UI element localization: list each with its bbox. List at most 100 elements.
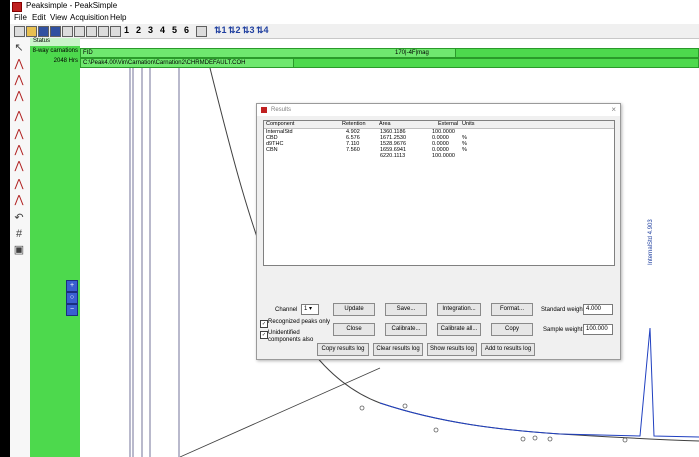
col-units: Units xyxy=(462,121,475,127)
zoom-out-icon[interactable]: − xyxy=(66,304,78,316)
new-file-icon[interactable] xyxy=(14,26,25,37)
calibrate-all-button[interactable]: Calibrate all... xyxy=(437,323,481,336)
channel-status-panel: Status 8-way carnations 2048 Hrs xyxy=(30,38,80,457)
peak-tool-5-icon[interactable]: ⋀ xyxy=(13,128,25,140)
range-3-label: 3 xyxy=(249,25,255,35)
peak-tool-4-icon[interactable]: ⋀ xyxy=(13,110,25,122)
peak-tool-9-icon[interactable]: ⋀ xyxy=(13,194,25,206)
baseline-line xyxy=(179,367,381,457)
menu-help[interactable]: Help xyxy=(110,13,126,22)
channel-select[interactable]: 1 ▾ xyxy=(301,304,319,315)
channel-5-button[interactable]: 5 xyxy=(172,25,177,35)
menu-bar: File Edit View Acquisition Help xyxy=(10,12,699,24)
left-tool-palette: ↖ ⋀ ⋀ ⋀ ⋀ ⋀ ⋀ ⋀ ⋀ ⋀ ↶ # ▣ xyxy=(10,38,31,457)
open-folder-icon[interactable] xyxy=(26,26,37,37)
results-header-row: Component Retention Area External Units xyxy=(264,121,614,129)
undo-icon[interactable]: ↶ xyxy=(13,212,25,224)
peak-tool-8-icon[interactable]: ⋀ xyxy=(13,178,25,190)
channel-status-header: Status xyxy=(30,38,80,46)
table-row[interactable]: 6220.1113 100.0000 xyxy=(264,153,614,159)
channel-1-button[interactable]: 1 xyxy=(124,25,129,35)
channel-select-value: 1 xyxy=(304,306,308,312)
add-to-results-log-button[interactable]: Add to results log xyxy=(481,343,535,356)
clear-results-log-button[interactable]: Clear results log xyxy=(373,343,423,356)
copy-results-log-button[interactable]: Copy results log xyxy=(317,343,369,356)
peak-tool-2-icon[interactable]: ⋀ xyxy=(13,74,25,86)
window-edge xyxy=(0,0,10,457)
unidentified-components-checkbox[interactable]: ✓ xyxy=(260,331,268,339)
integration-marker xyxy=(433,427,439,433)
standard-weight-label: Standard weight xyxy=(541,307,585,313)
recognized-peaks-checkbox[interactable]: ✓ xyxy=(260,320,268,328)
peak-tool-1-icon[interactable]: ⋀ xyxy=(13,58,25,70)
file-path-strip[interactable]: C:\Peak4.00\Vin\Carnation\Carnation2\CHR… xyxy=(80,58,699,68)
detector-strip[interactable]: FID 170|-4F|mag xyxy=(80,48,699,58)
integration-button[interactable]: Integration... xyxy=(437,303,481,316)
print-icon[interactable] xyxy=(62,26,73,37)
calibrate-button[interactable]: Calibrate... xyxy=(385,323,427,336)
grid-icon[interactable]: # xyxy=(13,228,25,240)
col-retention: Retention xyxy=(342,121,366,127)
standard-weight-input[interactable]: 4.000 xyxy=(583,304,613,315)
sample-weight-label: Sample weight xyxy=(543,327,583,333)
menu-file[interactable]: File xyxy=(14,13,27,22)
show-results-log-button[interactable]: Show results log xyxy=(427,343,477,356)
copy-button[interactable]: Copy xyxy=(491,323,533,336)
save-button[interactable]: Save... xyxy=(385,303,427,316)
peak-tool-7-icon[interactable]: ⋀ xyxy=(13,160,25,172)
range-2-label: 2 xyxy=(235,25,241,35)
edit-icon[interactable] xyxy=(74,26,85,37)
recognized-peaks-label: Recognized peaks only xyxy=(268,319,331,325)
integration-marker xyxy=(547,436,553,442)
app-icon xyxy=(12,2,22,12)
channel-name: 8-way carnations xyxy=(32,48,78,54)
range-2-button[interactable]: ⇅2 xyxy=(228,25,241,36)
channel-3-button[interactable]: 3 xyxy=(148,25,153,35)
camera-icon[interactable]: ▣ xyxy=(13,244,25,256)
detector-range: 170|-4F|mag xyxy=(393,49,456,57)
zoom-in-icon[interactable]: + xyxy=(66,280,78,292)
range-1-button[interactable]: ⇅1 xyxy=(214,25,227,36)
channel-2-button[interactable]: 2 xyxy=(136,25,141,35)
results-title-bar: Results × xyxy=(257,104,620,116)
toolbar: 1 2 3 4 5 6 ⇅1 ⇅2 ⇅3 ⇅4 xyxy=(10,24,699,39)
menu-acquisition[interactable]: Acquisition xyxy=(70,13,109,22)
channel-label: Channel xyxy=(275,307,298,313)
save-disk-icon[interactable] xyxy=(38,26,49,37)
menu-view[interactable]: View xyxy=(50,13,67,22)
chart-icon[interactable] xyxy=(110,26,121,37)
close-button[interactable]: Close xyxy=(333,323,375,336)
settings-icon[interactable] xyxy=(98,26,109,37)
integration-marker xyxy=(359,405,365,411)
peak-tool-3-icon[interactable]: ⋀ xyxy=(13,90,25,102)
sample-weight-input[interactable]: 100.000 xyxy=(583,324,613,335)
zoom-tools: + ○ − xyxy=(66,280,78,316)
channel-duration: 2048 Hrs xyxy=(53,58,78,64)
peak-tool-6-icon[interactable]: ⋀ xyxy=(13,144,25,156)
integration-marker xyxy=(622,437,628,443)
range-4-button[interactable]: ⇅4 xyxy=(256,25,269,36)
results-title: Results xyxy=(271,107,292,113)
integration-marker xyxy=(532,435,538,441)
overlay-icon[interactable] xyxy=(196,26,207,37)
results-table[interactable]: Component Retention Area External Units … xyxy=(263,120,615,266)
range-3-button[interactable]: ⇅3 xyxy=(242,25,255,36)
zoom-fit-icon[interactable]: ○ xyxy=(66,292,78,304)
integration-marker xyxy=(520,436,526,442)
unidentified-components-label: Unidentified components also xyxy=(268,330,314,343)
results-dialog: Results × Component Retention Area Exter… xyxy=(256,103,621,360)
update-button[interactable]: Update xyxy=(333,303,375,316)
cell-external: 100.0000 xyxy=(432,153,455,159)
col-external: External xyxy=(438,121,459,127)
table-icon[interactable] xyxy=(86,26,97,37)
pointer-icon[interactable]: ↖ xyxy=(13,42,25,54)
save-all-icon[interactable] xyxy=(50,26,61,37)
window-title: Peaksimple - PeakSimple xyxy=(26,1,118,10)
cell-area: 6220.1113 xyxy=(380,153,406,159)
close-icon[interactable]: × xyxy=(611,104,616,116)
menu-edit[interactable]: Edit xyxy=(32,13,46,22)
col-area: Area xyxy=(379,121,391,127)
channel-6-button[interactable]: 6 xyxy=(184,25,189,35)
channel-4-button[interactable]: 4 xyxy=(160,25,165,35)
format-button[interactable]: Format... xyxy=(491,303,533,316)
